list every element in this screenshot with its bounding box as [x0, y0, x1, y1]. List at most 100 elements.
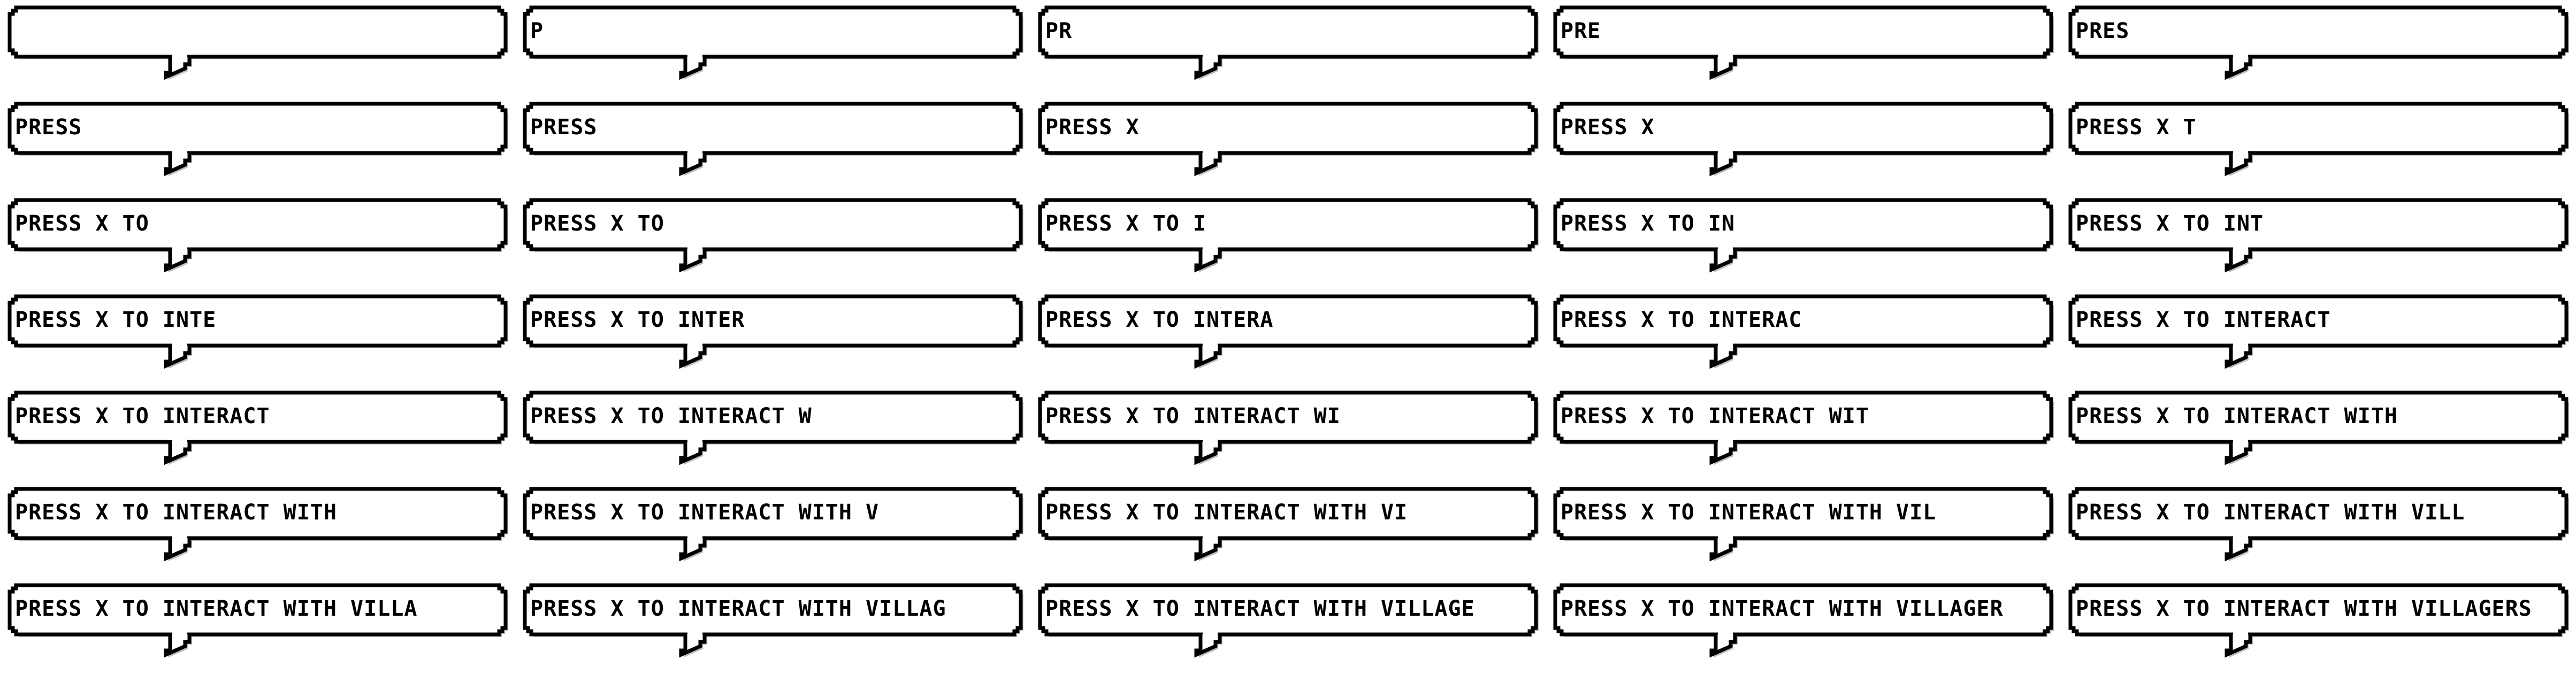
- bubble-tail-joint: [2233, 53, 2248, 59]
- bubble-tail-joint: [687, 439, 702, 444]
- bubble-text: PRESS X TO INT: [2076, 211, 2264, 236]
- bubble-tail-joint: [2233, 631, 2248, 637]
- bubble-text: PRESS X TO INTERACT WI: [1045, 404, 1341, 428]
- bubble-text: PRESS X TO INTE: [15, 308, 217, 332]
- speech-bubble-frame: PRES: [2061, 0, 2576, 96]
- bubble-text: PRESS X TO INTERACT WITH V: [530, 500, 880, 525]
- bubble-tail-joint: [172, 246, 187, 251]
- speech-bubble-frame: PRESS X: [1030, 96, 1546, 193]
- speech-bubble-frame: PRESS X TO INTE: [0, 289, 515, 385]
- bubble-text: PRESS X TO INTERACT: [2076, 308, 2331, 332]
- speech-bubble-frame: PRESS X TO INTERACT WITH VILLAG: [515, 578, 1030, 674]
- speech-bubble-frame: PRESS X TO INTERACT WITH VILL: [2061, 481, 2576, 578]
- speech-bubble-frame: PRESS X TO INTERACT WIT: [1546, 385, 2061, 481]
- bubble-tail-joint: [2233, 150, 2248, 155]
- speech-bubble-icon: [1553, 583, 2054, 658]
- bubble-tail-joint: [687, 53, 702, 59]
- bubble-text: PRESS X TO INTERACT WIT: [1561, 404, 1869, 428]
- speech-bubble-frame: PRESS X TO INTERACT WI: [1030, 385, 1546, 481]
- speech-bubble-icon: [1038, 102, 1539, 177]
- speech-bubble-icon: [2068, 5, 2569, 80]
- bubble-text: PRESS X TO INTERACT WITH VILLAGERS: [2076, 596, 2532, 621]
- bubble-tail-joint: [1718, 535, 1733, 540]
- bubble-text: PRESS X TO: [530, 211, 664, 236]
- bubble-text: PRESS X TO INTERACT WITH VILLAG: [530, 596, 946, 621]
- bubble-tail-joint: [1203, 150, 1218, 155]
- bubble-text: PRESS X TO INTERACT WITH VILL: [2076, 500, 2465, 525]
- speech-bubble-frame: PRESS X TO I: [1030, 193, 1546, 289]
- speech-bubble-frame: PRESS X T: [2061, 96, 2576, 193]
- speech-bubble-frame: PRESS X TO INTERAC: [1546, 289, 2061, 385]
- bubble-text: [15, 18, 496, 44]
- speech-bubble-icon: [2068, 102, 2569, 177]
- bubble-tail-joint: [687, 150, 702, 155]
- speech-bubble-frame: PRESS X TO INTERACT WITH: [0, 481, 515, 578]
- speech-bubble-icon: [1553, 102, 2054, 177]
- bubble-tail-joint: [1718, 53, 1733, 59]
- speech-bubble-icon: [7, 294, 508, 369]
- speech-bubble-icon: [1038, 294, 1539, 369]
- bubble-tail-joint: [1718, 246, 1733, 251]
- speech-bubble-icon: [2068, 294, 2569, 369]
- bubble-tail-joint: [687, 535, 702, 540]
- bubble-text: PRESS X TO INTERA: [1045, 308, 1274, 332]
- bubble-text: PRESS X TO INTERACT WITH VIL: [1561, 500, 1937, 525]
- bubble-text: PRESS X TO INTERACT W: [530, 404, 812, 428]
- bubble-tail-joint: [1718, 631, 1733, 637]
- bubble-tail-joint: [172, 439, 187, 444]
- speech-bubble-frame: PRE: [1546, 0, 2061, 96]
- speech-bubble-frame: PRESS X TO INTERACT: [0, 385, 515, 481]
- speech-bubble-icon: [523, 583, 1023, 658]
- speech-bubble-icon: [1553, 294, 2054, 369]
- speech-bubble-icon: [1038, 5, 1539, 80]
- bubble-text: PRESS X TO INTERACT WITH VI: [1045, 500, 1408, 525]
- speech-bubble-frame: PRESS X TO INTERACT WITH VILLAGERS: [2061, 578, 2576, 674]
- bubble-text: PRESS X TO INTERACT: [15, 404, 270, 428]
- bubble-text: PRESS: [15, 115, 82, 140]
- speech-bubble-icon: [1038, 487, 1539, 562]
- speech-bubble-icon: [523, 294, 1023, 369]
- bubble-text: PRESS X TO INTERACT WITH VILLAGE: [1045, 596, 1475, 621]
- bubble-tail-joint: [2233, 246, 2248, 251]
- speech-bubble-frame: P: [515, 0, 1030, 96]
- speech-bubble-frame: PRESS X: [1546, 96, 2061, 193]
- bubble-tail-joint: [687, 631, 702, 637]
- bubble-tail-joint: [687, 342, 702, 348]
- bubble-tail-joint: [172, 53, 187, 59]
- bubble-text: PRESS X TO INTERACT WITH VILLA: [15, 596, 418, 621]
- bubble-tail-joint: [2233, 439, 2248, 444]
- bubble-tail-joint: [1203, 631, 1218, 637]
- speech-bubble-icon: [2068, 198, 2569, 273]
- speech-bubble-icon: [1553, 487, 2054, 562]
- bubble-tail-joint: [172, 342, 187, 348]
- bubble-text: PRESS X TO IN: [1561, 211, 1736, 236]
- speech-bubble-frame: PRESS: [0, 96, 515, 193]
- speech-bubble-icon: [1038, 583, 1539, 658]
- speech-bubble-icon: [523, 5, 1023, 80]
- speech-bubble-frame: PRESS X TO INTERACT: [2061, 289, 2576, 385]
- speech-bubble-icon: [7, 102, 508, 177]
- bubble-text: PRESS X TO INTERAC: [1561, 308, 1802, 332]
- speech-bubble-frame: PRESS X TO: [0, 193, 515, 289]
- bubble-tail-joint: [172, 535, 187, 540]
- bubble-text: PRESS X TO I: [1045, 211, 1206, 236]
- bubble-text: PRES: [2076, 19, 2130, 43]
- speech-bubble-icon: [7, 390, 508, 465]
- speech-bubble-icon: [523, 198, 1023, 273]
- speech-bubble-icon: [7, 487, 508, 562]
- bubble-tail-joint: [1203, 439, 1218, 444]
- bubble-tail-joint: [1718, 342, 1733, 348]
- bubble-tail-joint: [1203, 535, 1218, 540]
- speech-bubble-icon: [7, 5, 508, 80]
- speech-bubble-icon: [1038, 198, 1539, 273]
- bubble-tail-joint: [1203, 342, 1218, 348]
- speech-bubble-frame: PRESS X TO INTERACT WITH VILLA: [0, 578, 515, 674]
- speech-bubble-frame: PRESS X TO INTERACT WITH VILLAGE: [1030, 578, 1546, 674]
- speech-bubble-frame: PRESS X TO INTERACT WITH V: [515, 481, 1030, 578]
- bubble-text: PRESS X TO INTERACT WITH: [15, 500, 337, 525]
- speech-bubble-frame: PRESS X TO INTERACT WITH VIL: [1546, 481, 2061, 578]
- bubble-text: PRESS X: [1045, 115, 1140, 140]
- bubble-text: PRESS: [530, 115, 598, 140]
- speech-bubble-frame: PRESS X TO INTERACT WITH VI: [1030, 481, 1546, 578]
- bubble-tail-joint: [172, 150, 187, 155]
